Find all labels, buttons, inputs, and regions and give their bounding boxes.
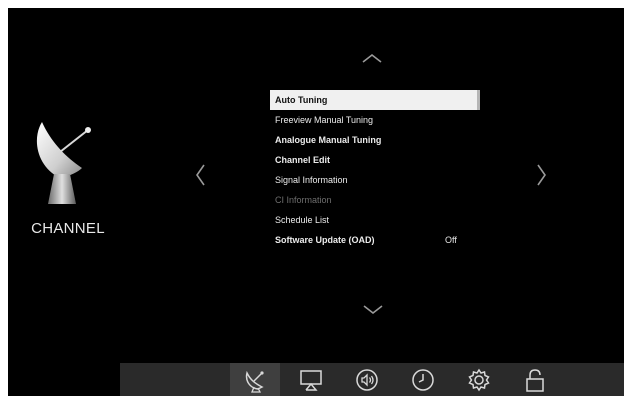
clock-icon [410,367,436,393]
menu-item-channel-edit[interactable]: Channel Edit [270,150,480,170]
menu-item-label: Signal Information [275,175,348,185]
bottom-icon-bar [120,363,624,396]
tab-lock[interactable] [510,363,560,396]
speaker-icon [354,367,380,393]
menu-item-ci-information: CI Information [270,190,480,210]
menu-item-auto-tuning[interactable]: Auto Tuning [270,90,480,110]
menu-item-label: Freeview Manual Tuning [275,115,374,125]
chevron-right-icon[interactable] [536,163,548,187]
menu-item-label: Analogue Manual Tuning [275,135,382,145]
menu-item-label: Schedule List [275,215,330,225]
menu-item-software-update[interactable]: Software Update (OAD) Off [270,230,480,250]
menu-item-label: Auto Tuning [275,95,328,105]
menu-item-label: Channel Edit [275,155,331,165]
menu-item-signal-information[interactable]: Signal Information [270,170,480,190]
tab-channel[interactable] [230,363,280,396]
menu-item-schedule-list[interactable]: Schedule List [270,210,480,230]
menu-item-analogue-manual-tuning[interactable]: Analogue Manual Tuning [270,130,480,150]
tab-setup[interactable] [454,363,504,396]
lock-icon [522,367,548,393]
picture-screen-icon [298,367,324,393]
menu-item-label: Software Update (OAD) [275,235,375,245]
tv-menu-screen: CHANNEL Auto Tuning Freeview Manual Tuni… [8,8,624,396]
chevron-left-icon[interactable] [194,163,206,187]
menu-item-freeview-manual-tuning[interactable]: Freeview Manual Tuning [270,110,480,130]
tab-time[interactable] [398,363,448,396]
satellite-dish-icon [242,367,268,393]
software-update-value: Off [445,235,457,245]
section-title: CHANNEL [31,220,105,237]
channel-menu: Auto Tuning Freeview Manual Tuning Analo… [270,90,480,250]
menu-item-label: CI Information [275,195,332,205]
gear-icon [466,367,492,393]
tab-sound[interactable] [342,363,392,396]
satellite-dish-icon [30,116,96,206]
chevron-down-icon[interactable] [362,304,384,316]
tab-picture[interactable] [286,363,336,396]
chevron-up-icon[interactable] [361,52,383,64]
